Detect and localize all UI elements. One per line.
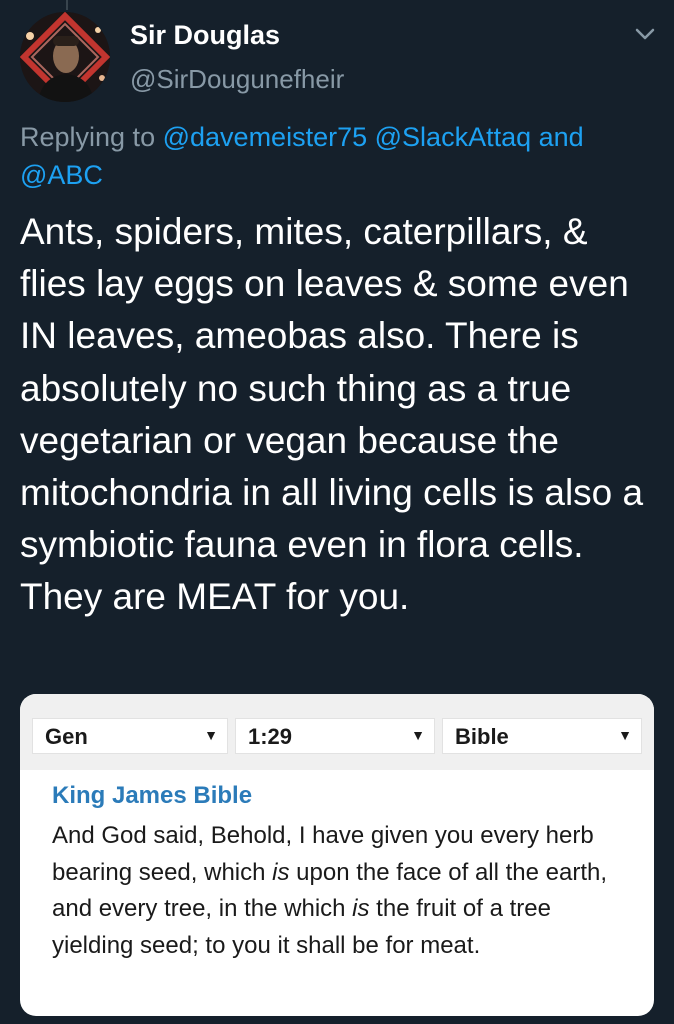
avatar[interactable]: [20, 12, 110, 102]
replying-to-line: Replying to @davemeister75 @SlackAttaq a…: [20, 118, 650, 194]
dropdown-arrow-icon: ▼: [204, 727, 218, 743]
mention-conjunction[interactable]: and: [539, 122, 584, 152]
verse-italic-word: is: [272, 858, 290, 886]
mention-link[interactable]: @davemeister75: [163, 122, 368, 152]
verse-italic-word: is: [352, 895, 370, 922]
version-select-value: Bible: [455, 724, 509, 749]
verse-text: And God said, Behold, I have given you e…: [52, 818, 632, 964]
bible-version-title: King James Bible: [52, 782, 253, 809]
chevron-down-icon[interactable]: [634, 26, 656, 42]
bible-selector-bar: Gen ▼ 1:29 ▼ Bible ▼: [20, 694, 654, 770]
author-handle[interactable]: @SirDougunefheir: [130, 64, 344, 95]
dropdown-arrow-icon: ▼: [618, 727, 632, 743]
tweet-text: Ants, spiders, mites, caterpillars, & fl…: [20, 211, 644, 618]
verse-select-value: 1:29: [248, 724, 293, 749]
dropdown-arrow-icon: ▼: [411, 727, 425, 743]
author-name[interactable]: Sir Douglas: [130, 20, 280, 51]
replying-to-label: Replying to: [20, 122, 156, 152]
verse-select[interactable]: 1:29 ▼: [235, 718, 435, 754]
mention-link[interactable]: @SlackAttaq: [375, 122, 531, 152]
attached-image[interactable]: Gen ▼ 1:29 ▼ Bible ▼ King James Bible An…: [20, 694, 654, 1016]
book-select-value: Gen: [45, 724, 88, 749]
version-select[interactable]: Bible ▼: [442, 718, 642, 754]
mention-link[interactable]: @ABC: [20, 160, 103, 190]
avatar-photo: [20, 12, 110, 102]
book-select[interactable]: Gen ▼: [32, 718, 228, 754]
thread-connector-line: [66, 0, 68, 10]
